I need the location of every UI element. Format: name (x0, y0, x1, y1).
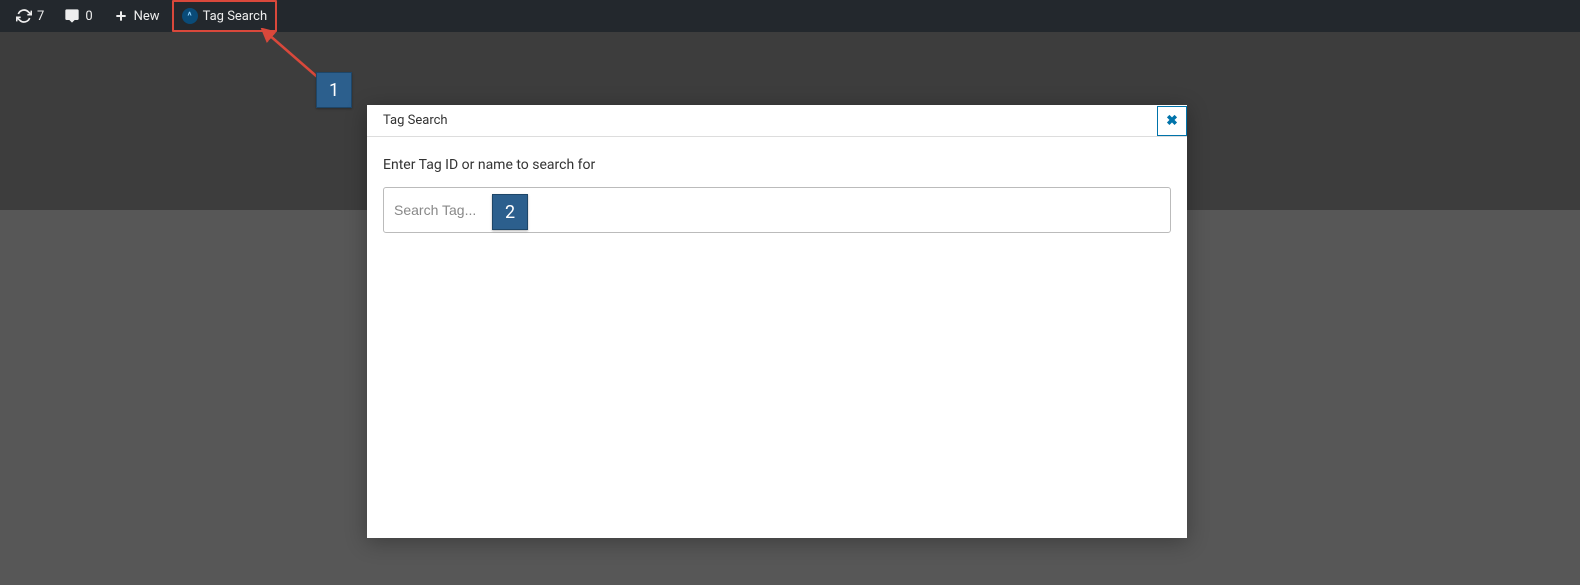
annotation-callout-2: 2 (492, 194, 528, 230)
tag-search-icon: ^ (182, 8, 198, 24)
plus-icon (113, 8, 129, 24)
tag-search-item[interactable]: ^ Tag Search (172, 0, 278, 32)
comment-count: 0 (85, 9, 92, 24)
modal-title: Tag Search (383, 113, 448, 128)
refresh-item[interactable]: 7 (8, 0, 52, 32)
annotation-callout-1: 1 (316, 72, 352, 108)
modal-header: Tag Search ✖ (367, 105, 1187, 137)
admin-top-bar: 7 0 New ^ Tag Search (0, 0, 1580, 32)
modal-body: Enter Tag ID or name to search for (367, 137, 1187, 253)
refresh-count: 7 (37, 9, 44, 24)
tag-search-modal: Tag Search ✖ Enter Tag ID or name to sea… (367, 105, 1187, 538)
comments-item[interactable]: 0 (56, 0, 100, 32)
refresh-icon (16, 8, 32, 24)
new-item[interactable]: New (105, 0, 168, 32)
search-label: Enter Tag ID or name to search for (383, 157, 1171, 173)
tag-search-label: Tag Search (203, 9, 268, 24)
close-icon: ✖ (1166, 113, 1178, 129)
comment-icon (64, 8, 80, 24)
close-button[interactable]: ✖ (1157, 106, 1187, 136)
new-label: New (134, 9, 160, 24)
